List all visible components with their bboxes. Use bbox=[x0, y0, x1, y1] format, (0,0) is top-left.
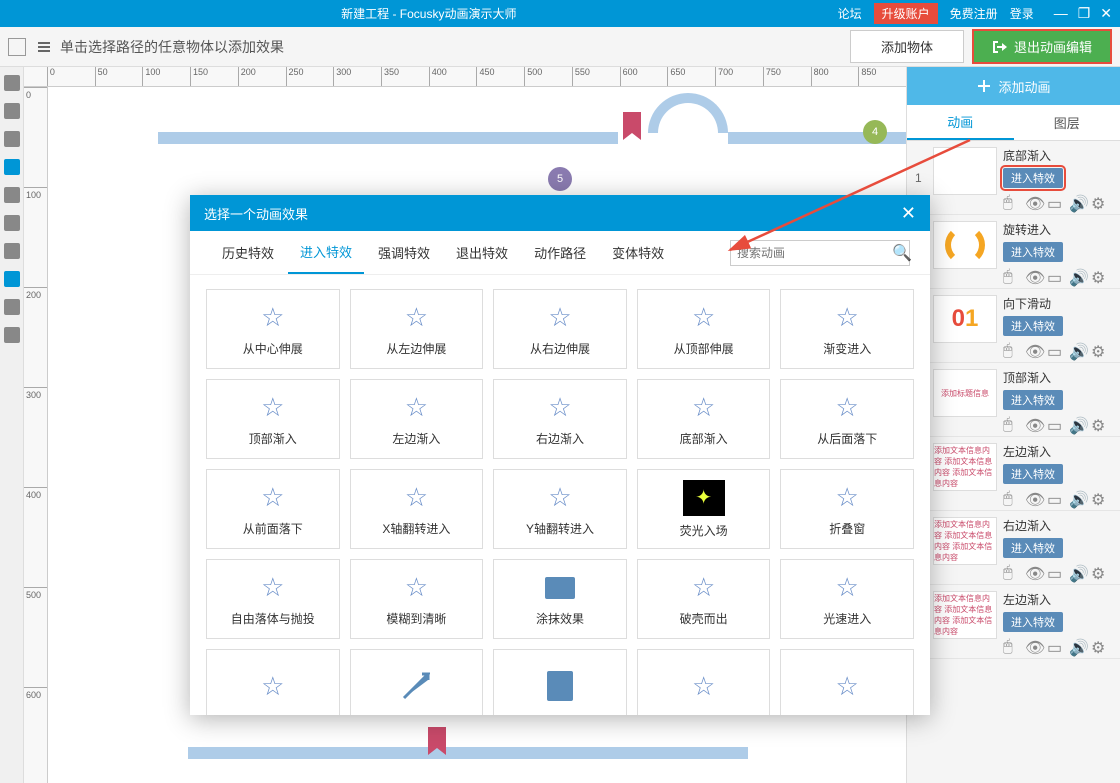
star-icon: ☆ bbox=[831, 302, 863, 334]
effect-label: 模糊到清晰 bbox=[386, 610, 446, 627]
effect-item[interactable]: ☆ 从前面落下 bbox=[206, 469, 340, 549]
star-icon: ☆ bbox=[400, 302, 432, 334]
modal-close-icon[interactable]: ✕ bbox=[901, 203, 916, 224]
modal-tab-0[interactable]: 历史特效 bbox=[210, 231, 286, 274]
effect-label: 从后面落下 bbox=[817, 430, 877, 447]
effect-item[interactable]: ☆ bbox=[206, 649, 340, 715]
star-icon: ☆ bbox=[831, 670, 863, 702]
effect-item[interactable]: ☆ 从顶部伸展 bbox=[637, 289, 771, 369]
search-icon[interactable]: 🔍 bbox=[892, 243, 912, 263]
star-icon: ☆ bbox=[257, 482, 289, 514]
effect-item[interactable]: 涂抹效果 bbox=[493, 559, 627, 639]
effect-item[interactable]: ☆ 渐变进入 bbox=[780, 289, 914, 369]
star-icon: ☆ bbox=[544, 482, 576, 514]
effect-grid: ☆从中心伸展☆从左边伸展☆从右边伸展☆从顶部伸展☆渐变进入☆顶部渐入☆左边渐入☆… bbox=[190, 275, 930, 715]
star-icon bbox=[544, 670, 576, 702]
star-icon: ☆ bbox=[688, 572, 720, 604]
modal-header: 选择一个动画效果 ✕ bbox=[190, 195, 930, 231]
effect-item[interactable]: ☆ 从后面落下 bbox=[780, 379, 914, 459]
effect-item[interactable]: ☆ 从左边伸展 bbox=[350, 289, 484, 369]
modal-search: 🔍 bbox=[730, 240, 910, 266]
star-icon: ☆ bbox=[400, 572, 432, 604]
effect-item[interactable]: ☆ 自由落体与抛投 bbox=[206, 559, 340, 639]
star-icon: ☆ bbox=[544, 302, 576, 334]
star-icon bbox=[544, 572, 576, 604]
search-input[interactable] bbox=[737, 246, 892, 260]
star-icon: ☆ bbox=[400, 392, 432, 424]
effect-label: 左边渐入 bbox=[392, 430, 440, 447]
effect-label: 涂抹效果 bbox=[536, 610, 584, 627]
star-icon: ☆ bbox=[688, 670, 720, 702]
effect-item[interactable]: ☆ Y轴翻转进入 bbox=[493, 469, 627, 549]
modal-tab-5[interactable]: 变体特效 bbox=[600, 231, 676, 274]
effect-label: 右边渐入 bbox=[536, 430, 584, 447]
effect-label: 自由落体与抛投 bbox=[231, 610, 315, 627]
modal-tab-1[interactable]: 进入特效 bbox=[288, 231, 364, 274]
star-icon: ☆ bbox=[400, 482, 432, 514]
modal-overlay: 选择一个动画效果 ✕ 历史特效进入特效强调特效退出特效动作路径变体特效 🔍 ☆ 从… bbox=[0, 0, 1120, 783]
effect-label: 光速进入 bbox=[823, 610, 871, 627]
effect-label: 从左边伸展 bbox=[386, 340, 446, 357]
effect-item[interactable]: ☆ bbox=[637, 649, 771, 715]
star-icon: ☆ bbox=[544, 392, 576, 424]
star-icon: ☆ bbox=[831, 572, 863, 604]
effect-label: 折叠窗 bbox=[829, 520, 865, 537]
star-icon: ☆ bbox=[257, 302, 289, 334]
effect-label: Y轴翻转进入 bbox=[526, 520, 594, 537]
effect-item[interactable]: ☆ 模糊到清晰 bbox=[350, 559, 484, 639]
modal-title: 选择一个动画效果 bbox=[204, 204, 308, 223]
effect-label: X轴翻转进入 bbox=[382, 520, 450, 537]
modal-tabs: 历史特效进入特效强调特效退出特效动作路径变体特效 🔍 bbox=[190, 231, 930, 275]
star-icon: ☆ bbox=[257, 572, 289, 604]
effect-label: 破壳而出 bbox=[680, 610, 728, 627]
effect-item[interactable]: ☆ 右边渐入 bbox=[493, 379, 627, 459]
star-icon bbox=[400, 670, 432, 702]
effect-item[interactable]: ☆ 左边渐入 bbox=[350, 379, 484, 459]
effect-label: 底部渐入 bbox=[680, 430, 728, 447]
effect-label: 从顶部伸展 bbox=[674, 340, 734, 357]
effect-item[interactable] bbox=[350, 649, 484, 715]
effect-item[interactable]: ☆ 从中心伸展 bbox=[206, 289, 340, 369]
effect-label: 荧光入场 bbox=[680, 522, 728, 539]
star-icon: ☆ bbox=[831, 482, 863, 514]
effect-item[interactable]: ✦ 荧光入场 bbox=[637, 469, 771, 549]
modal-tab-2[interactable]: 强调特效 bbox=[366, 231, 442, 274]
effect-label: 从中心伸展 bbox=[243, 340, 303, 357]
effect-item[interactable] bbox=[493, 649, 627, 715]
modal-tab-3[interactable]: 退出特效 bbox=[444, 231, 520, 274]
effect-item[interactable]: ☆ 破壳而出 bbox=[637, 559, 771, 639]
star-icon: ☆ bbox=[688, 392, 720, 424]
animation-effect-modal: 选择一个动画效果 ✕ 历史特效进入特效强调特效退出特效动作路径变体特效 🔍 ☆ 从… bbox=[190, 195, 930, 715]
effect-item[interactable]: ☆ bbox=[780, 649, 914, 715]
effect-item[interactable]: ☆ 光速进入 bbox=[780, 559, 914, 639]
effect-item[interactable]: ☆ 顶部渐入 bbox=[206, 379, 340, 459]
star-icon: ☆ bbox=[831, 392, 863, 424]
star-icon: ✦ bbox=[683, 480, 725, 516]
effect-label: 从前面落下 bbox=[243, 520, 303, 537]
effect-label: 从右边伸展 bbox=[530, 340, 590, 357]
effect-item[interactable]: ☆ 折叠窗 bbox=[780, 469, 914, 549]
effect-item[interactable]: ☆ X轴翻转进入 bbox=[350, 469, 484, 549]
star-icon: ☆ bbox=[257, 392, 289, 424]
effect-item[interactable]: ☆ 从右边伸展 bbox=[493, 289, 627, 369]
effect-label: 渐变进入 bbox=[823, 340, 871, 357]
modal-tab-4[interactable]: 动作路径 bbox=[522, 231, 598, 274]
star-icon: ☆ bbox=[688, 302, 720, 334]
star-icon: ☆ bbox=[257, 670, 289, 702]
effect-label: 顶部渐入 bbox=[249, 430, 297, 447]
effect-item[interactable]: ☆ 底部渐入 bbox=[637, 379, 771, 459]
